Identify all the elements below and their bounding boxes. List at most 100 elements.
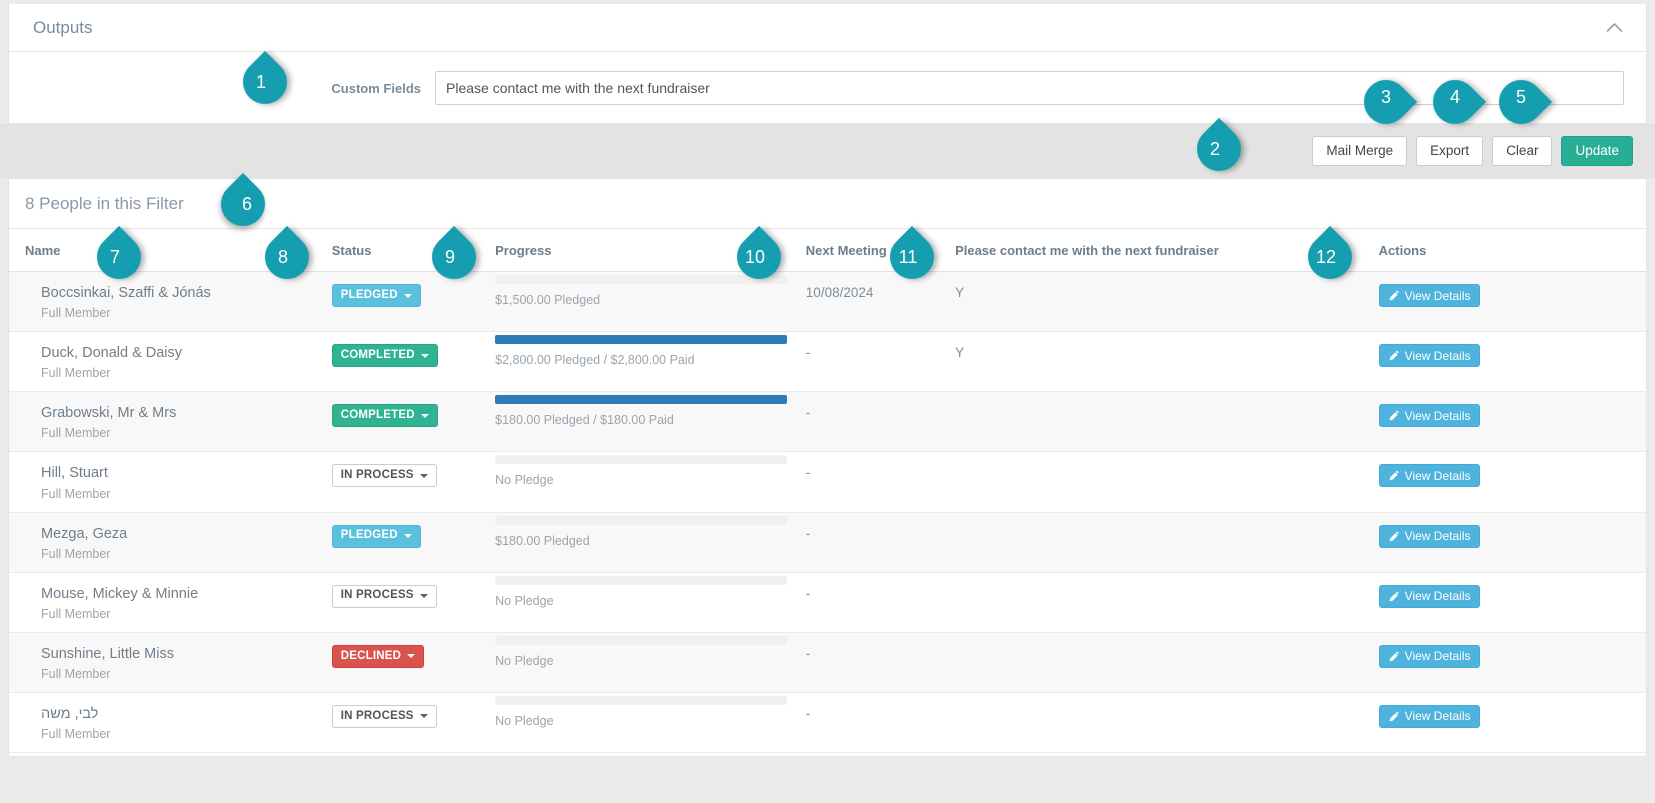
status-badge[interactable]: IN PROCESS <box>332 464 437 487</box>
cell-status: DECLINED <box>332 632 495 692</box>
table-row: Duck, Donald & DaisyFull Member COMPLETED… <box>9 332 1646 392</box>
cell-name: Sunshine, Little Miss Full Member <box>9 632 332 692</box>
person-name[interactable]: Sunshine, Little Miss <box>41 645 332 663</box>
next-meeting-value: - <box>806 586 811 601</box>
view-details-button[interactable]: View Details <box>1379 645 1481 668</box>
cell-name: Hill, Stuart Full Member <box>9 452 332 512</box>
cell-status: COMPLETED <box>332 392 495 452</box>
progress-bar <box>495 395 787 404</box>
cell-progress: No Pledge <box>495 632 806 692</box>
view-details-button[interactable]: View Details <box>1379 404 1481 427</box>
status-badge-label: IN PROCESS <box>341 470 414 482</box>
person-name[interactable]: Mezga, Geza <box>41 525 332 543</box>
status-badge[interactable]: COMPLETED <box>332 404 438 427</box>
cell-actions: View Details <box>1379 272 1646 332</box>
cell-name: Mouse, Mickey & MinnieFull Member <box>9 572 332 632</box>
next-meeting-value: 10/08/2024 <box>806 285 874 300</box>
view-details-button[interactable]: View Details <box>1379 284 1481 307</box>
cell-progress: $2,800.00 Pledged / $2,800.00 Paid <box>495 332 806 392</box>
cell-progress: $180.00 Pledged <box>495 512 806 572</box>
person-name[interactable]: Boccsinkai, Szaffi & Jónás <box>41 284 332 302</box>
cell-actions: View Details <box>1379 392 1646 452</box>
mail-merge-button[interactable]: Mail Merge <box>1312 136 1407 166</box>
status-badge[interactable]: PLEDGED <box>332 284 421 307</box>
cell-status: IN PROCESS <box>332 692 495 752</box>
progress-label: $2,800.00 Pledged / $2,800.00 Paid <box>495 353 806 367</box>
column-header-custom-field[interactable]: Please contact me with the next fundrais… <box>955 229 1379 272</box>
cell-actions: View Details <box>1379 572 1646 632</box>
cell-progress: No Pledge <box>495 452 806 512</box>
progress-bar-fill <box>495 395 787 404</box>
column-header-actions: Actions <box>1379 229 1646 272</box>
cell-next-meeting: - <box>806 332 955 392</box>
custom-fields-input[interactable] <box>435 71 1624 105</box>
view-details-label: View Details <box>1405 410 1471 422</box>
next-meeting-value: - <box>806 405 811 420</box>
person-membership: Full Member <box>41 487 332 501</box>
view-details-button[interactable]: View Details <box>1379 525 1481 548</box>
pencil-icon <box>1389 531 1400 542</box>
status-badge-label: DECLINED <box>341 651 401 663</box>
results-header: 8 People in this Filter <box>9 179 1646 229</box>
person-name[interactable]: Mouse, Mickey & Minnie <box>41 585 332 603</box>
update-button[interactable]: Update <box>1561 136 1633 166</box>
pencil-icon <box>1389 350 1400 361</box>
chevron-down-icon <box>421 414 429 418</box>
status-badge[interactable]: PLEDGED <box>332 525 421 548</box>
view-details-label: View Details <box>1405 470 1471 482</box>
progress-label: No Pledge <box>495 714 806 728</box>
view-details-label: View Details <box>1405 590 1471 602</box>
status-badge-label: COMPLETED <box>341 410 415 422</box>
results-panel: 8 People in this Filter Name Status Prog… <box>8 178 1647 757</box>
cell-actions: View Details <box>1379 692 1646 752</box>
chevron-down-icon <box>420 594 428 598</box>
cell-next-meeting: 10/08/2024 <box>806 272 955 332</box>
view-details-button[interactable]: View Details <box>1379 705 1481 728</box>
custom-field-value: Y <box>955 345 964 360</box>
view-details-button[interactable]: View Details <box>1379 344 1481 367</box>
person-name[interactable]: Hill, Stuart <box>41 464 332 482</box>
status-badge[interactable]: IN PROCESS <box>332 705 437 728</box>
clear-button[interactable]: Clear <box>1492 136 1552 166</box>
person-name[interactable]: Duck, Donald & Daisy <box>41 344 332 362</box>
table-row: Boccsinkai, Szaffi & JónásFull MemberPLE… <box>9 272 1646 332</box>
cell-status: IN PROCESS <box>332 452 495 512</box>
person-name[interactable]: לבי, משה <box>41 705 332 723</box>
cell-next-meeting: - <box>806 572 955 632</box>
chevron-down-icon <box>420 474 428 478</box>
next-meeting-value: - <box>806 646 811 661</box>
cell-next-meeting: - <box>806 512 955 572</box>
cell-status: COMPLETED <box>332 332 495 392</box>
chevron-down-icon <box>404 534 412 538</box>
table-row: Sunshine, Little Miss Full Member DECLINED… <box>9 632 1646 692</box>
status-badge-label: IN PROCESS <box>341 711 414 723</box>
status-badge[interactable]: IN PROCESS <box>332 585 437 608</box>
pencil-icon <box>1389 711 1400 722</box>
cell-actions: View Details <box>1379 452 1646 512</box>
progress-label: $180.00 Pledged / $180.00 Paid <box>495 413 806 427</box>
cell-custom-field <box>955 632 1379 692</box>
cell-custom-field <box>955 692 1379 752</box>
view-details-button[interactable]: View Details <box>1379 585 1481 608</box>
view-details-button[interactable]: View Details <box>1379 464 1481 487</box>
pencil-icon <box>1389 410 1400 421</box>
export-button[interactable]: Export <box>1416 136 1483 166</box>
chevron-up-icon[interactable] <box>1604 18 1624 38</box>
cell-name: Duck, Donald & DaisyFull Member <box>9 332 332 392</box>
status-badge[interactable]: DECLINED <box>332 645 424 668</box>
person-membership: Full Member <box>41 667 332 681</box>
pencil-icon <box>1389 470 1400 481</box>
progress-label: No Pledge <box>495 594 806 608</box>
column-header-progress[interactable]: Progress <box>495 229 806 272</box>
table-body: Boccsinkai, Szaffi & JónásFull MemberPLE… <box>9 272 1646 753</box>
cell-name: Boccsinkai, Szaffi & JónásFull Member <box>9 272 332 332</box>
column-header-name[interactable]: Name <box>9 229 332 272</box>
view-details-label: View Details <box>1405 530 1471 542</box>
column-header-next-meeting[interactable]: Next Meeting <box>806 229 955 272</box>
column-header-status[interactable]: Status <box>332 229 495 272</box>
status-badge-label: COMPLETED <box>341 350 415 362</box>
view-details-label: View Details <box>1405 350 1471 362</box>
person-name[interactable]: Grabowski, Mr & Mrs <box>41 404 332 422</box>
cell-custom-field: Y <box>955 272 1379 332</box>
status-badge[interactable]: COMPLETED <box>332 344 438 367</box>
